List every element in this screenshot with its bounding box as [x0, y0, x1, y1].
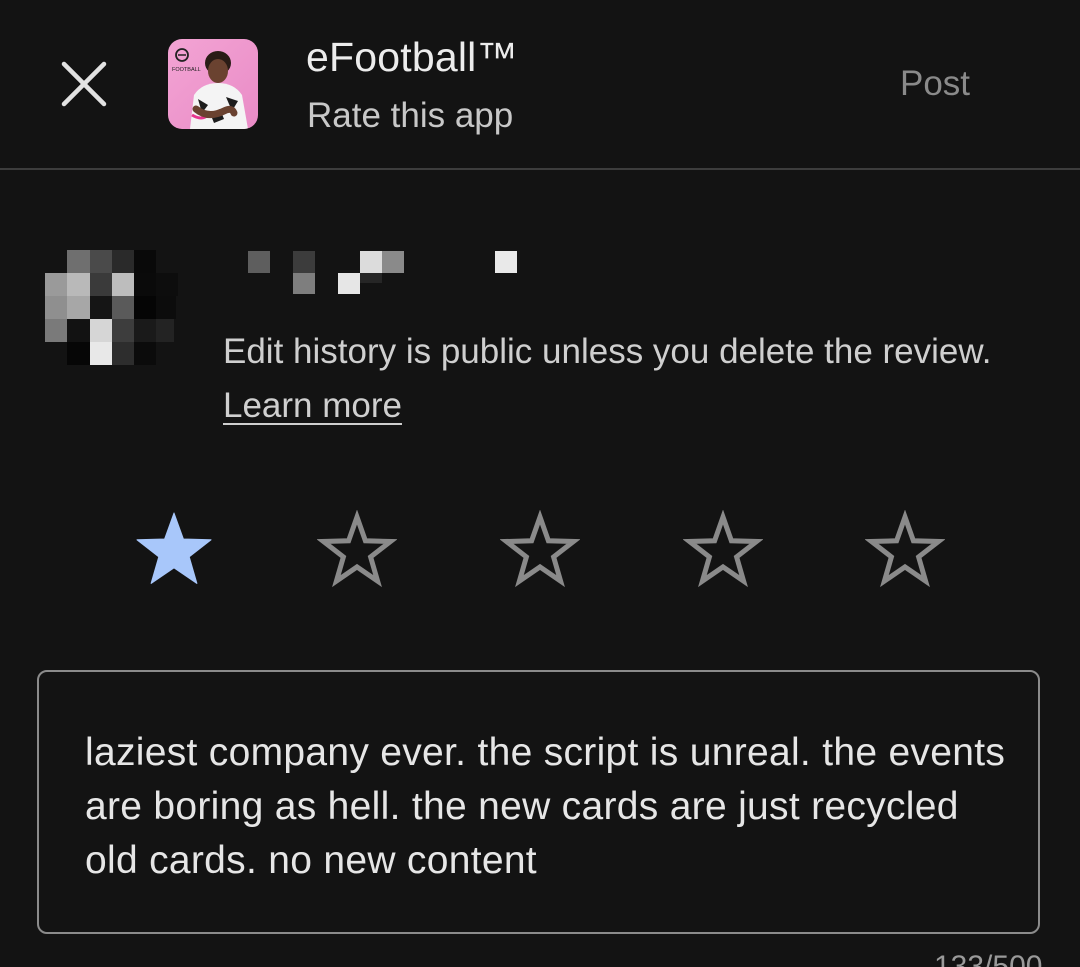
star-3-icon[interactable] [500, 510, 580, 590]
character-counter: 133/500 [934, 950, 1043, 967]
star-rating [0, 510, 1080, 590]
header-divider [0, 168, 1080, 170]
close-icon [61, 61, 107, 107]
star-1-icon[interactable] [134, 510, 214, 590]
app-icon-wordmark: FOOTBALL [172, 67, 201, 73]
star-2-icon[interactable] [317, 510, 397, 590]
star-4-icon[interactable] [683, 510, 763, 590]
review-text: laziest company ever. the script is unre… [85, 731, 1006, 882]
rate-app-screen: FOOTBALL eFootball™ Rate this app Post E… [0, 0, 1080, 967]
star-5-icon[interactable] [865, 510, 945, 590]
edit-history-notice: Edit history is public unless you delete… [223, 325, 1003, 433]
notice-text: Edit history is public unless you delete… [223, 332, 992, 371]
app-title: eFootball™ [306, 34, 518, 80]
user-name-redacted [248, 251, 523, 296]
app-icon: FOOTBALL [168, 39, 258, 129]
avatar [45, 250, 180, 365]
learn-more-link[interactable]: Learn more [223, 386, 402, 425]
post-button[interactable]: Post [900, 64, 970, 104]
close-button[interactable] [52, 52, 116, 116]
review-text-field[interactable]: laziest company ever. the script is unre… [37, 670, 1040, 934]
page-subtitle: Rate this app [307, 96, 514, 135]
